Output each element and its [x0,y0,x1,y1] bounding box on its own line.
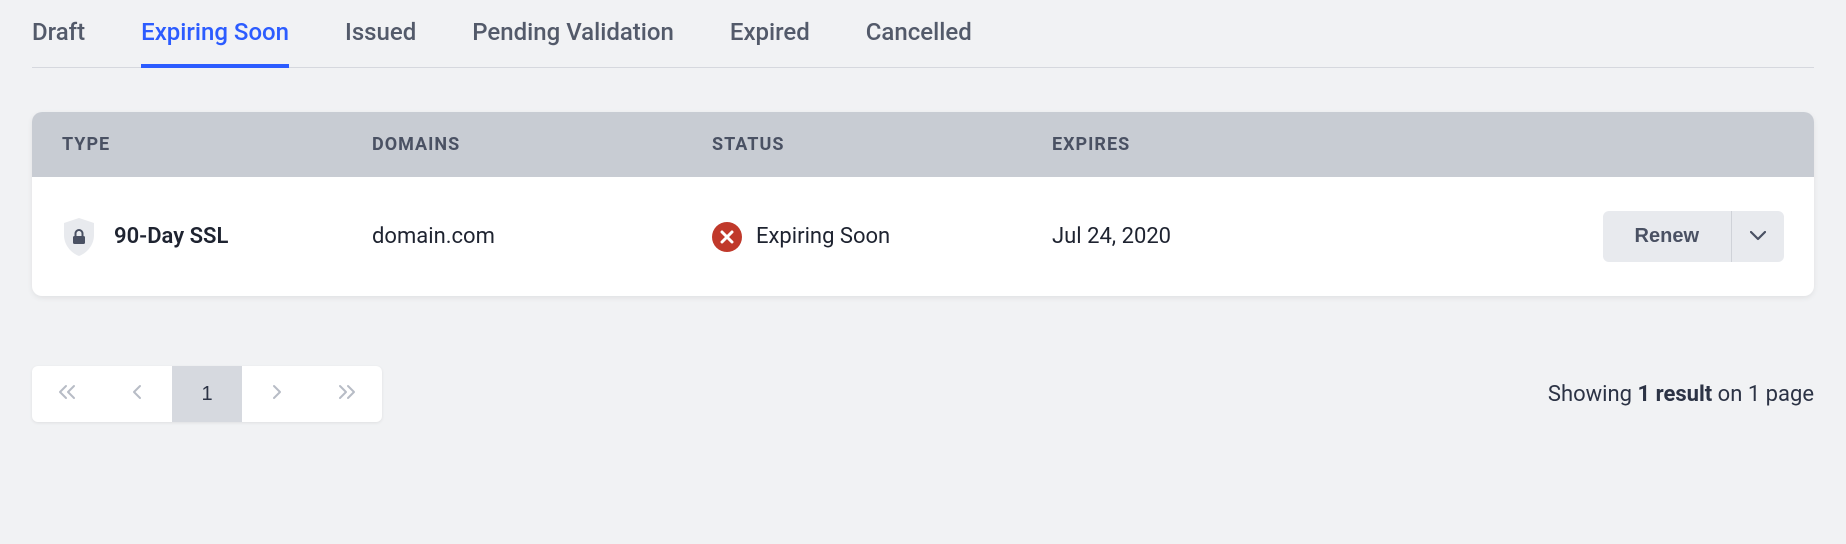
col-header-domains: DOMAINS [372,134,712,155]
cert-status: Expiring Soon [756,224,890,249]
status-error-icon [712,222,742,252]
chevron-left-icon [131,383,143,406]
table-row: 90-Day SSL domain.com Expiring Soon Jul … [32,177,1814,296]
cert-expires: Jul 24, 2020 [1052,224,1564,249]
chevron-double-right-icon [337,383,357,406]
tab-expired[interactable]: Expired [730,18,810,68]
shield-lock-icon [62,217,96,257]
pager-prev[interactable] [102,366,172,422]
chevron-right-icon [271,383,283,406]
col-header-status: STATUS [712,134,1052,155]
filter-tabs: Draft Expiring Soon Issued Pending Valid… [32,0,1814,68]
results-summary: Showing 1 result on 1 page [1548,382,1814,407]
tab-pending-validation[interactable]: Pending Validation [472,18,674,68]
tab-draft[interactable]: Draft [32,18,85,68]
chevron-double-left-icon [57,383,77,406]
tab-issued[interactable]: Issued [345,18,416,68]
tab-expiring-soon[interactable]: Expiring Soon [141,18,289,68]
cert-domain: domain.com [372,224,712,249]
col-header-expires: EXPIRES [1052,134,1784,155]
pagination: 1 [32,366,382,422]
pager-next[interactable] [242,366,312,422]
col-header-type: TYPE [62,134,372,155]
pager-first[interactable] [32,366,102,422]
table-footer: 1 Showing 1 result on 1 page [32,366,1814,422]
certificates-card: TYPE DOMAINS STATUS EXPIRES 90-Day SSL d… [32,112,1814,296]
row-action-group: Renew [1603,211,1784,262]
table-header: TYPE DOMAINS STATUS EXPIRES [32,112,1814,177]
pager-page-1[interactable]: 1 [172,366,242,422]
tab-cancelled[interactable]: Cancelled [866,18,972,68]
pager-last[interactable] [312,366,382,422]
renew-button[interactable]: Renew [1603,211,1731,262]
cert-type: 90-Day SSL [114,224,228,249]
chevron-down-icon [1750,229,1766,244]
row-action-dropdown[interactable] [1732,211,1784,262]
